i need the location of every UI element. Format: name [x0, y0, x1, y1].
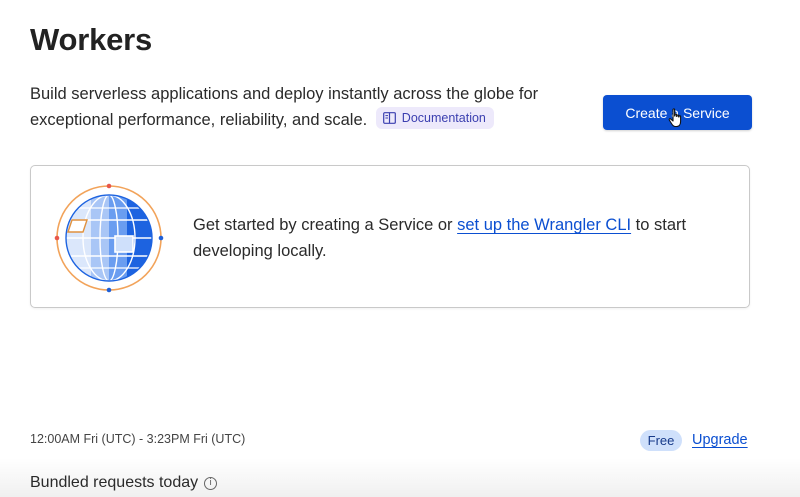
info-icon[interactable]: i: [204, 476, 218, 490]
plan-badge: Free: [640, 430, 682, 451]
wrangler-cli-link[interactable]: set up the Wrangler CLI: [457, 216, 631, 234]
upgrade-link[interactable]: Upgrade: [692, 432, 748, 448]
time-range-label: 12:00AM Fri (UTC) - 3:23PM Fri (UTC): [30, 432, 246, 446]
empty-state-message: Get started by creating a Service or set…: [193, 212, 693, 264]
documentation-link[interactable]: Documentation: [375, 107, 494, 129]
bundled-requests-heading: Bundled requests today i: [30, 474, 218, 492]
globe-illustration: [54, 183, 164, 293]
intro-text: Build serverless applications and deploy…: [30, 82, 590, 133]
bundled-requests-label: Bundled requests today: [30, 474, 199, 491]
empty-state-text-before: Get started by creating a Service or: [193, 216, 458, 234]
empty-state-card: Get started by creating a Service or set…: [30, 165, 750, 308]
page-title: Workers: [30, 22, 153, 57]
documentation-label: Documentation: [401, 111, 486, 125]
book-icon: [382, 112, 396, 124]
hand-pointer-icon: [668, 108, 682, 128]
